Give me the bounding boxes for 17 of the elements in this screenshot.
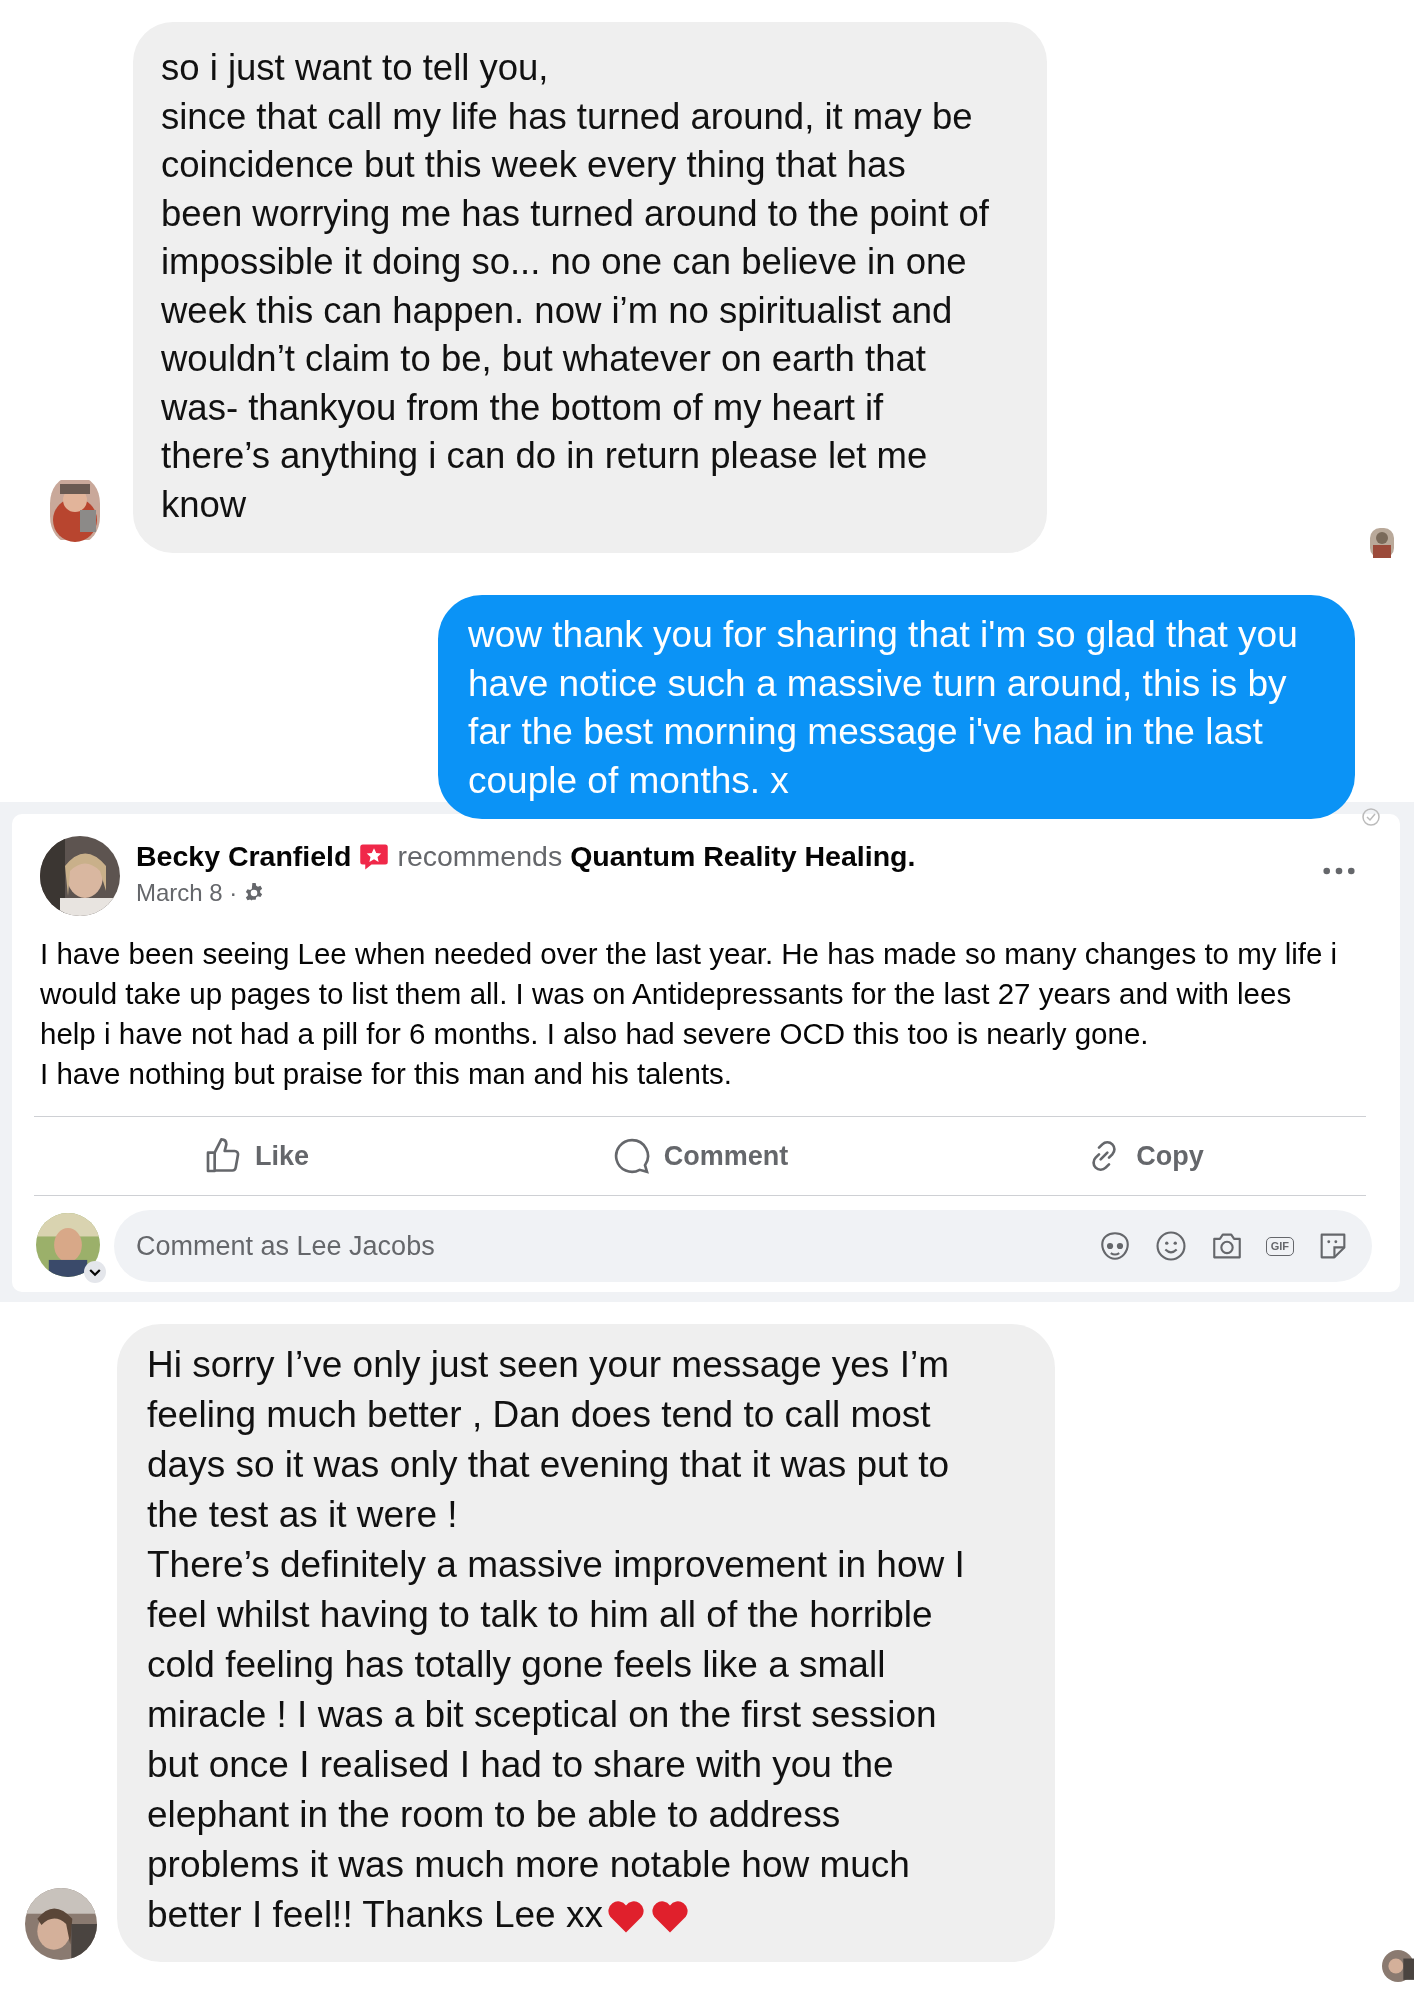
author-name[interactable]: Becky Cranfield — [136, 840, 352, 873]
comment-field[interactable]: Comment as Lee Jacobs GIF — [114, 1210, 1372, 1282]
more-icon[interactable] — [1322, 866, 1356, 876]
post-text: I have been seeing Lee when needed over the last year. He has made so many changes to my life i would take up pages to list them all. I was on Antidepressants for the last 27 years and with lees help i have not had a pill for 6 months. I also had severe OCD this too is nearly gone. I have nothing but praise for this man and his talents. — [40, 936, 1339, 1092]
recommend-badge-icon — [359, 842, 390, 871]
seen-icon — [1361, 807, 1381, 827]
message-text: wow thank you for sharing that i'm so glad that you have notice such a massive turn around, this is by far the best morning message i've had in the last couple of months. x — [438, 595, 1355, 819]
recommend-text: recommends — [397, 840, 563, 873]
page-name[interactable]: Quantum Reality Healing. — [570, 840, 916, 873]
message-text: better I feel!! Thanks Lee xx — [147, 1893, 603, 1937]
like-button[interactable]: Like — [34, 1121, 478, 1191]
gif-icon[interactable]: GIF — [1265, 1236, 1294, 1256]
chevron-icon[interactable] — [84, 1261, 106, 1283]
comment-button[interactable]: Comment — [478, 1121, 922, 1191]
message-text: so i just want to tell you, since that call my life has turned around, it may be coincidence but this week every thing that has been worrying me has turned around to the point of impossible it doing so... no one can believe in one week this can happen. now i’m no spiritualist and wouldn’t claim to be, but whatever on earth that was- thankyou from the bottom of my heart if there’s anything i can do in return please let me know — [133, 22, 1047, 553]
copy-button[interactable]: Copy — [922, 1121, 1366, 1191]
post-date[interactable]: March 8 · — [136, 879, 238, 907]
